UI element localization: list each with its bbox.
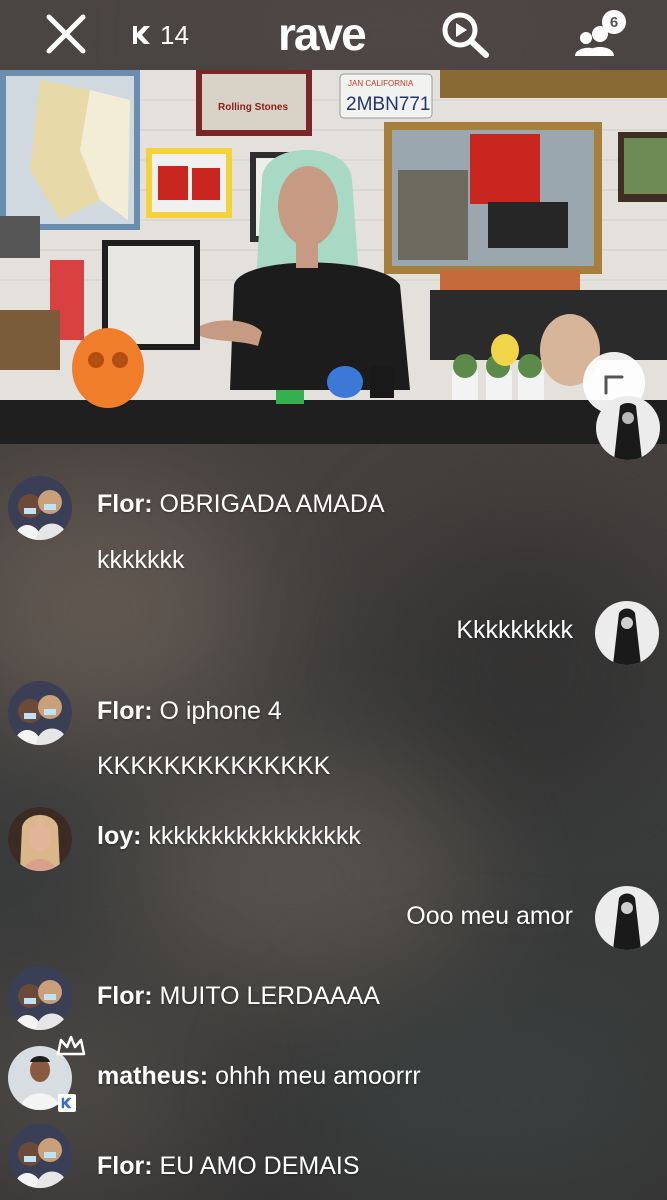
chat-message: KKKKKKKKKKKKKK	[97, 752, 330, 781]
close-icon	[46, 14, 86, 54]
minimize-icon	[604, 375, 624, 395]
message-text: Kkkkkkkkk	[456, 616, 573, 644]
users-count-badge: 6	[602, 10, 626, 34]
rave-k-icon	[133, 26, 150, 44]
message-text: kkkkkkkkkkkkkkkkk	[148, 822, 361, 850]
member-count[interactable]: 14	[130, 18, 189, 52]
chat-message: Flor: MUITO LERDAAAA	[97, 982, 380, 1011]
users-button[interactable]: 6	[574, 10, 626, 60]
message-text: KKKKKKKKKKKKKK	[97, 752, 331, 780]
message-text: kkkkkkk	[97, 546, 185, 574]
chat-message: Flor: OBRIGADA AMADA	[97, 490, 385, 519]
avatar-loy[interactable]	[8, 807, 72, 871]
avatar-self[interactable]	[595, 601, 659, 665]
avatar-flor[interactable]	[8, 1124, 72, 1188]
avatar-self[interactable]	[595, 886, 659, 950]
message-username: Flor:	[97, 982, 153, 1010]
close-button[interactable]	[44, 12, 88, 56]
avatar-flor[interactable]	[8, 476, 72, 540]
rave-logo: rave	[278, 8, 388, 60]
chat-message-self: Kkkkkkkkk	[456, 616, 573, 645]
message-username: Flor:	[97, 490, 153, 518]
chat-message: Flor: EU AMO DEMAIS	[97, 1152, 360, 1181]
message-text: EU AMO DEMAIS	[159, 1152, 360, 1180]
chat-message-self: Ooo meu amor	[406, 902, 573, 931]
message-text: O iphone 4	[159, 697, 282, 725]
chat-message: loy: kkkkkkkkkkkkkkkkk	[97, 822, 361, 851]
search-video-button[interactable]	[440, 10, 492, 60]
svg-text:JAN CALIFORNIA: JAN CALIFORNIA	[348, 79, 414, 88]
avatar-flor[interactable]	[8, 681, 72, 745]
svg-text:Rolling Stones: Rolling Stones	[218, 102, 288, 113]
message-text: ohhh meu amoorrr	[215, 1062, 421, 1090]
svg-text:rave: rave	[278, 10, 366, 58]
chat-message: Flor: O iphone 4	[97, 697, 282, 726]
video-player[interactable]: Rolling Stones JAN CALIFORNIA 2MBN771	[0, 70, 667, 444]
message-username: loy:	[97, 822, 142, 850]
avatar-flor[interactable]	[8, 966, 72, 1030]
chat-message: kkkkkkk	[97, 546, 185, 575]
crown-icon	[56, 1035, 86, 1056]
avatar-self[interactable]	[596, 396, 660, 460]
rave-k-icon	[61, 1097, 72, 1109]
message-username: Flor:	[97, 697, 153, 725]
svg-text:2MBN771: 2MBN771	[346, 94, 431, 115]
host-badge	[58, 1094, 76, 1112]
top-bar: 14 rave 6	[0, 0, 667, 70]
message-text: MUITO LERDAAAA	[159, 982, 380, 1010]
message-text: Ooo meu amor	[406, 902, 573, 930]
chat-feed[interactable]: Flor: OBRIGADA AMADA kkkkkkk Kkkkkkkkk F…	[0, 396, 667, 1200]
message-username: Flor:	[97, 1152, 153, 1180]
member-count-label: 14	[160, 19, 189, 50]
message-username: matheus:	[97, 1062, 209, 1090]
search-play-icon	[442, 12, 489, 58]
chat-message: matheus: ohhh meu amoorrr	[97, 1062, 421, 1091]
message-text: OBRIGADA AMADA	[159, 490, 385, 518]
video-frame: Rolling Stones JAN CALIFORNIA 2MBN771	[0, 70, 667, 444]
